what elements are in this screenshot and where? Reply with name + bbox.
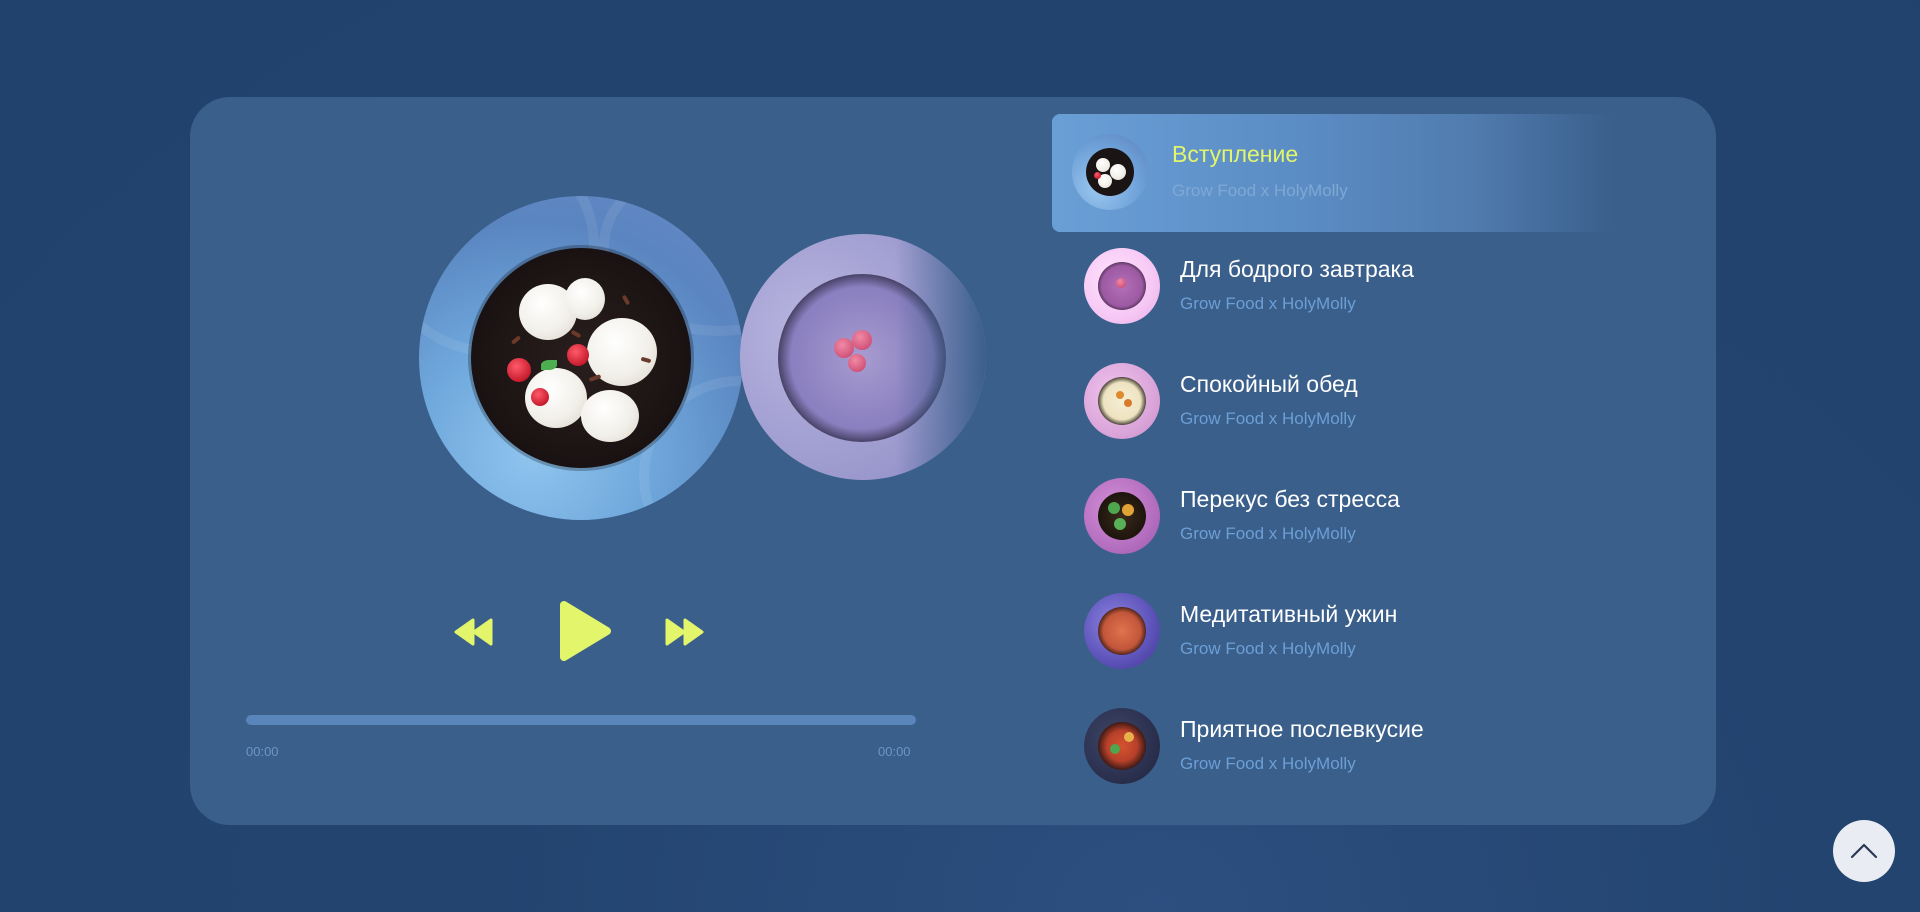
topping [1116,391,1124,399]
vegetable [1114,518,1126,530]
syrniki [1110,164,1126,180]
track-artist: Grow Food x HolyMolly [1180,294,1356,313]
chocolate-shaving [588,374,602,382]
syrniki [565,278,605,320]
thumbnail-bowl [1098,377,1146,425]
chevron-up-icon [1850,843,1878,859]
track-title: Для бодрого завтрака [1180,256,1414,282]
track-thumbnail [1072,134,1148,210]
playback-controls [453,600,709,664]
total-time: 00:00 [878,744,911,759]
vegetable [1124,732,1134,742]
chocolate-shaving [621,294,631,306]
track-artist: Grow Food x HolyMolly [1180,754,1356,773]
playlist-item[interactable]: Для бодрого завтрака Grow Food x HolyMol… [1052,230,1612,346]
raspberry [848,354,866,372]
current-time: 00:00 [246,744,279,759]
track-thumbnail [1084,708,1160,784]
track-thumbnail [1084,248,1160,324]
fast-forward-button[interactable] [664,618,706,646]
syrniki [1096,158,1110,172]
chocolate-shaving [510,335,522,345]
thumbnail-bowl [1098,722,1146,770]
food-bowl-image [471,248,691,468]
track-title: Перекус без стресса [1180,486,1400,512]
thumbnail-bowl [1086,148,1134,196]
chocolate-shaving [570,329,582,339]
playlist-item[interactable]: Медитативный ужин Grow Food x HolyMolly [1052,575,1612,691]
track-title: Спокойный обед [1180,371,1358,397]
track-title: Вступление [1172,141,1299,167]
rewind-icon [454,618,493,646]
track-artist: Grow Food x HolyMolly [1180,639,1356,658]
topping [1124,399,1132,407]
playlist-item[interactable]: Перекус без стресса Grow Food x HolyMoll… [1052,460,1612,576]
play-icon [560,601,611,661]
berry [1094,172,1101,179]
rewind-button[interactable] [453,618,495,646]
playlist-item[interactable]: Спокойный обед Grow Food x HolyMolly [1052,345,1612,461]
track-artist: Grow Food x HolyMolly [1180,409,1356,428]
fast-forward-icon [665,618,704,646]
thumbnail-bowl [1098,492,1146,540]
track-thumbnail [1084,478,1160,554]
playlist-item[interactable]: Приятное послевкусие Grow Food x HolyMol… [1052,690,1612,806]
raspberry [1116,278,1126,288]
vegetable [1110,744,1120,754]
berry [567,344,589,366]
raspberry [852,330,872,350]
current-track-artwork [419,196,743,520]
scroll-to-top-button[interactable] [1833,820,1895,882]
play-button[interactable] [558,600,612,662]
thumbnail-bowl [1098,262,1146,310]
track-title: Медитативный ужин [1180,601,1398,627]
berry [531,388,549,406]
syrniki [581,390,639,442]
track-title: Приятное послевкусие [1180,716,1424,742]
berry [507,358,531,382]
track-thumbnail [1084,363,1160,439]
track-thumbnail [1084,593,1160,669]
next-track-artwork[interactable] [740,234,986,480]
mint-leaf [541,360,557,370]
thumbnail-bowl [1098,607,1146,655]
track-artist: Grow Food x HolyMolly [1172,181,1348,200]
playlist-item[interactable]: Вступление Grow Food x HolyMolly [1052,114,1612,232]
track-artist: Grow Food x HolyMolly [1180,524,1356,543]
artwork-fade [896,234,986,480]
vegetable [1108,502,1120,514]
vegetable [1122,504,1134,516]
progress-bar[interactable] [246,715,916,725]
music-player: 00:00 00:00 Вступление Grow Food x HolyM… [190,97,1716,825]
